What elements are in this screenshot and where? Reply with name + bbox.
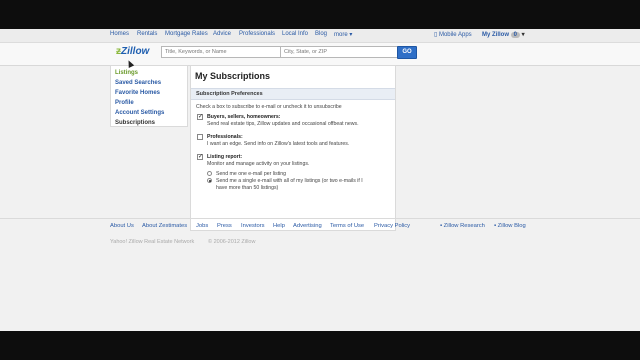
footer-divider [0,218,640,219]
footer-blog[interactable]: ▪ Zillow Blog [494,223,526,229]
intro-text: Check a box to subscribe to e-mail or un… [196,104,342,110]
sidebar-item-saved-searches[interactable]: Saved Searches [115,80,161,86]
listing-report-desc: Monitor and manage activity on your list… [207,161,310,167]
copyright-text: © 2006-2012 Zillow [208,239,256,245]
location-search-input[interactable]: City, State, or ZIP [280,46,400,58]
nav-advice[interactable]: Advice [213,31,231,37]
footer-privacy[interactable]: Privacy Policy [374,223,410,229]
professionals-checkbox[interactable] [197,134,203,140]
page-title: My Subscriptions [195,71,271,81]
subscriptions-panel: My Subscriptions Subscription Preference… [190,65,396,231]
nav-rentals[interactable]: Rentals [137,31,157,37]
nav-mortgage-rates[interactable]: Mortgage Rates [165,31,208,37]
professionals-desc: I want an edge. Send info on Zillow's la… [207,141,350,147]
per-listing-label: Send me one e-mail per listing [216,171,287,177]
single-email-label-1: Send me a single e-mail with all of my l… [216,178,363,184]
account-sidebar: Listings Saved Searches Favorite Homes P… [110,65,188,127]
sidebar-item-subscriptions[interactable]: Subscriptions [115,120,155,126]
top-navbar: Homes Rentals Mortgage Rates Advice Prof… [0,29,640,43]
buyers-desc: Send real estate tips, Zillow updates an… [207,121,359,127]
footer-about-zestimates[interactable]: About Zestimates [142,223,187,229]
buyers-label: Buyers, sellers, homeowners: [207,114,281,120]
research-label: Zillow Research [443,223,485,229]
my-zillow-label: My Zillow [482,32,509,38]
nav-professionals[interactable]: Professionals [239,31,275,37]
nav-local-info[interactable]: Local Info [282,31,308,37]
logo-text: Zillow [121,46,150,57]
mobile-apps-link[interactable]: ▯ Mobile Apps [434,31,472,38]
mobile-apps-label: Mobile Apps [438,32,472,38]
notification-badge: 0 [510,32,521,38]
keyword-search-input[interactable]: Title, Keywords, or Name [161,46,283,58]
single-email-radio[interactable] [207,178,212,183]
search-header: ᵶZillow Title, Keywords, or Name City, S… [0,43,640,66]
footer-about-us[interactable]: About Us [110,223,134,229]
nav-blog[interactable]: Blog [315,31,327,37]
buyers-checkbox[interactable] [197,113,203,120]
footer-research[interactable]: ▪ Zillow Research [440,223,485,229]
nav-homes[interactable]: Homes [110,31,129,37]
professionals-label: Professionals: [207,134,243,140]
footer-terms[interactable]: Terms of Use [330,223,364,229]
listing-report-checkbox[interactable] [197,153,203,160]
listing-report-label: Listing report: [207,154,243,160]
per-listing-radio[interactable] [207,171,212,176]
single-email-label-2: have more than 50 listings) [216,185,279,191]
footer-jobs[interactable]: Jobs [196,223,208,229]
network-text: Yahoo! Zillow Real Estate Network [110,239,195,245]
footer-press[interactable]: Press [217,223,232,229]
zillow-logo[interactable]: ᵶZillow [116,46,149,57]
preferences-subhead: Subscription Preferences [191,88,395,100]
sidebar-item-listings[interactable]: Listings [115,70,138,76]
blog-label: Zillow Blog [497,223,526,229]
nav-more[interactable]: more ▾ [334,31,352,38]
sidebar-item-account-settings[interactable]: Account Settings [115,110,164,116]
subhead-label: Subscription Preferences [196,91,263,97]
my-zillow-menu[interactable]: My Zillow 0 ▾ [482,31,525,38]
footer-help[interactable]: Help [273,223,285,229]
zillow-page: Homes Rentals Mortgage Rates Advice Prof… [0,29,640,331]
sidebar-item-favorite-homes[interactable]: Favorite Homes [115,90,160,96]
footer-advertising[interactable]: Advertising [293,223,322,229]
go-button[interactable]: GO [397,46,417,59]
footer-investors[interactable]: Investors [241,223,265,229]
sidebar-item-profile[interactable]: Profile [115,100,134,106]
